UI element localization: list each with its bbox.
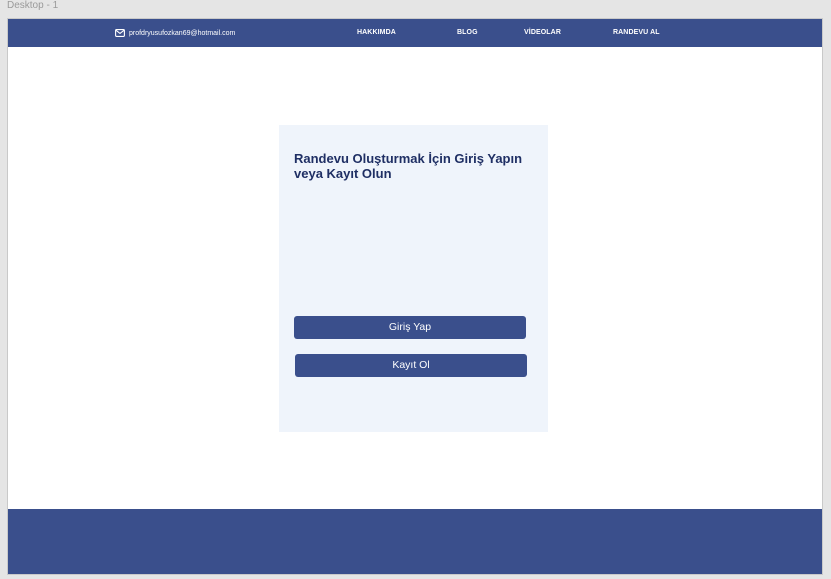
frame-label: Desktop - 1 — [7, 0, 59, 11]
card-title: Randevu Oluşturmak İçin Giriş Yapın veya… — [294, 151, 523, 181]
nav-item-blog[interactable]: BLOG — [457, 19, 478, 47]
footer — [8, 509, 822, 574]
login-button[interactable]: Giriş Yap — [294, 316, 526, 339]
top-navbar: profdryusufozkan69@hotmail.com HAKKIMDA … — [8, 19, 822, 47]
nav-item-randevu-al[interactable]: RANDEVU AL — [613, 19, 660, 47]
nav-item-videolar[interactable]: VİDEOLAR — [524, 19, 561, 47]
contact-email-text: profdryusufozkan69@hotmail.com — [129, 29, 236, 37]
register-button[interactable]: Kayıt Ol — [295, 354, 527, 377]
nav-item-hakkimda[interactable]: HAKKIMDA — [357, 19, 396, 47]
contact-email[interactable]: profdryusufozkan69@hotmail.com — [115, 19, 235, 47]
appointment-auth-card: Randevu Oluşturmak İçin Giriş Yapın veya… — [279, 125, 548, 432]
desktop-frame: profdryusufozkan69@hotmail.com HAKKIMDA … — [7, 18, 823, 575]
mail-icon — [115, 29, 125, 37]
